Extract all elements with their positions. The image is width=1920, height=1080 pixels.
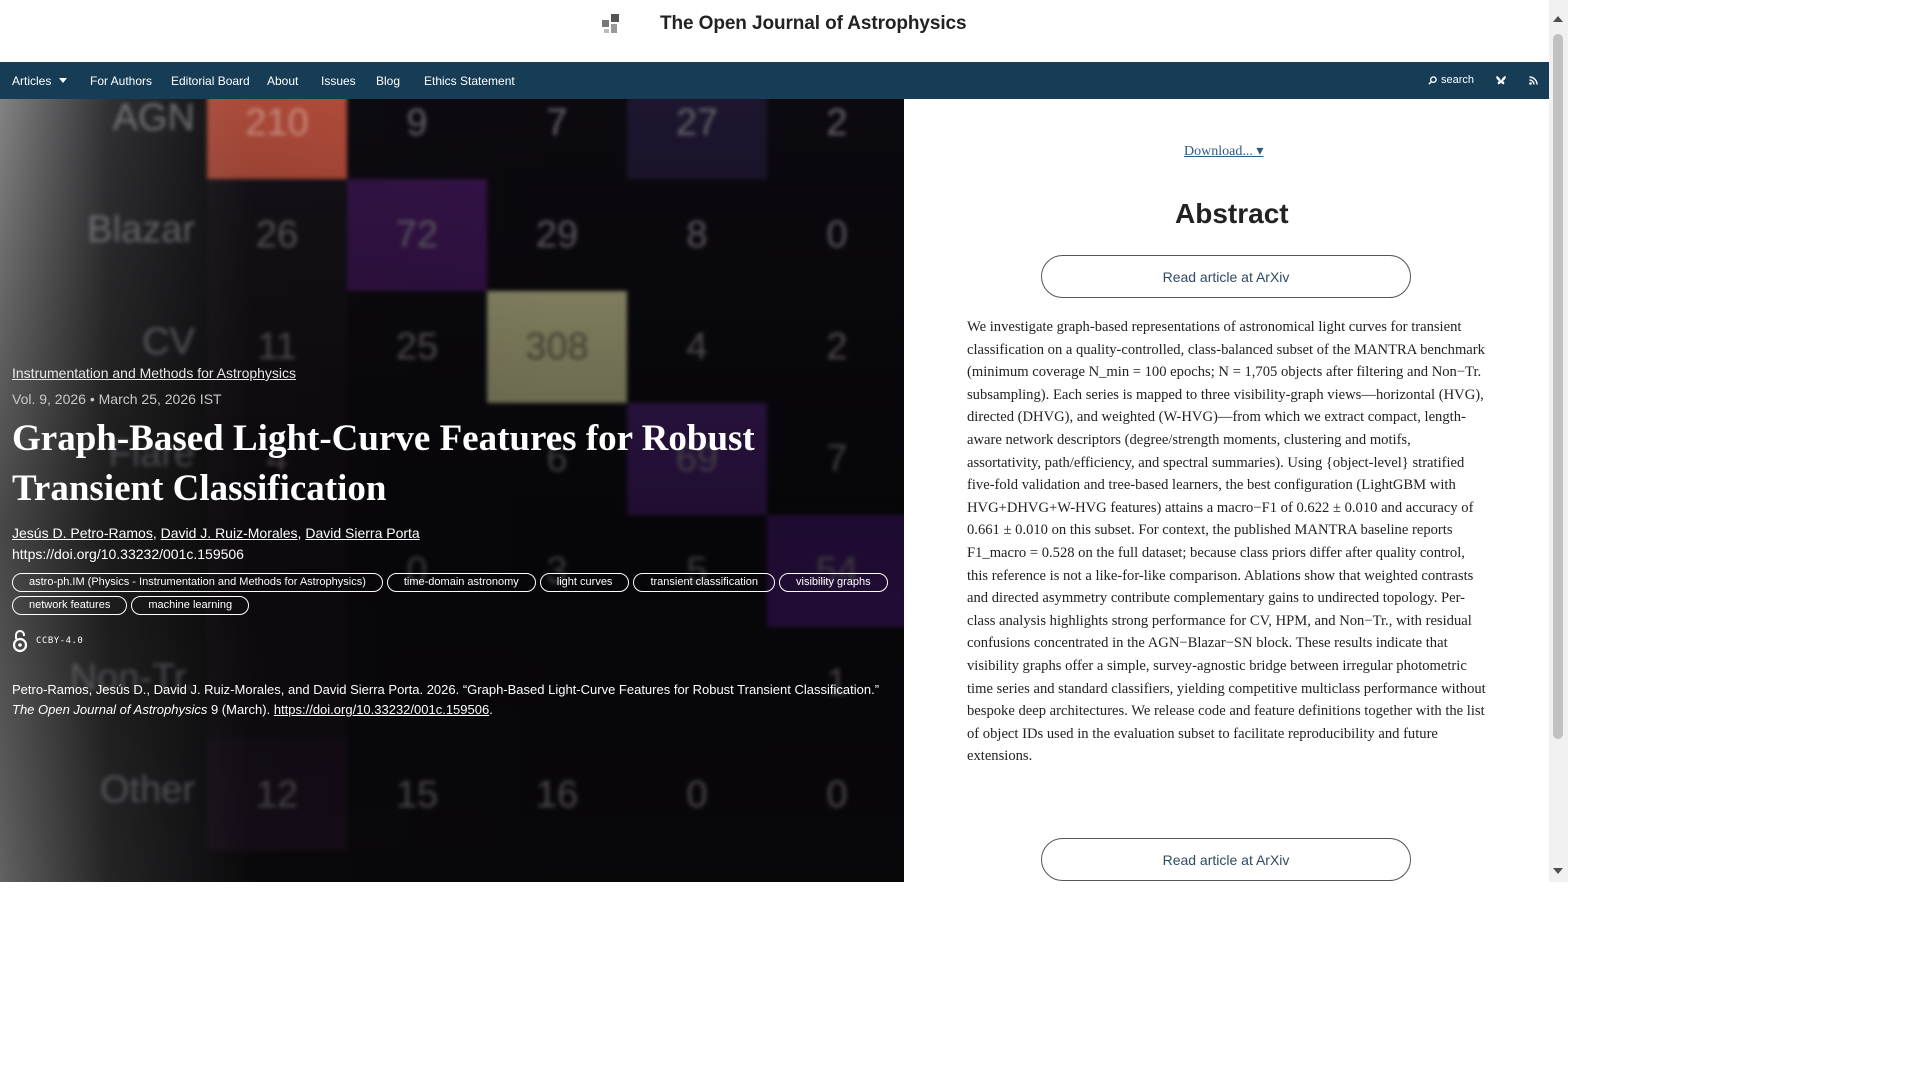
chevron-down-icon <box>59 78 68 83</box>
article-title: Graph-Based Light-Curve Features for Rob… <box>12 418 755 509</box>
bluesky-icon[interactable] <box>1496 76 1506 85</box>
keyword-tag[interactable]: light curves <box>539 573 630 592</box>
scroll-down-icon[interactable] <box>1553 868 1563 874</box>
keyword-tags: astro-ph.IM (Physics - Instrumentation a… <box>12 573 892 615</box>
nav-issues[interactable]: Issues <box>321 74 356 88</box>
download-dropdown[interactable]: Download... ▾ <box>1184 143 1263 160</box>
rss-icon[interactable] <box>1529 76 1538 85</box>
author-link[interactable]: David J. Ruiz-Morales <box>161 525 298 541</box>
author-link[interactable]: David Sierra Porta <box>305 525 419 541</box>
keyword-tag[interactable]: time-domain astronomy <box>386 573 536 592</box>
read-arxiv-button[interactable]: Read article at ArXiv <box>1041 255 1411 298</box>
keyword-tag[interactable]: machine learning <box>131 596 250 615</box>
read-arxiv-button-bottom[interactable]: Read article at ArXiv <box>1041 838 1411 881</box>
author-link[interactable]: Jesús D. Petro-Ramos <box>12 525 153 541</box>
nav-articles[interactable]: Articles <box>12 74 68 88</box>
citation-volume: 9 (March). <box>207 702 274 717</box>
abstract-heading: Abstract <box>1175 198 1289 229</box>
citation-end: . <box>489 702 493 717</box>
scroll-up-icon[interactable] <box>1553 16 1563 22</box>
nav-blog[interactable]: Blog <box>376 74 400 88</box>
site-header: The Open Journal of Astrophysics <box>0 0 1549 62</box>
citation: Petro-Ramos, Jesús D., David J. Ruiz-Mor… <box>12 680 897 720</box>
main-nav: Articles For Authors Editorial Board Abo… <box>0 62 1549 99</box>
license-badge[interactable]: CCBY-4.0 <box>12 628 83 654</box>
search-label: search <box>1441 74 1475 86</box>
keyword-tag[interactable]: network features <box>12 596 128 615</box>
nav-about[interactable]: About <box>267 74 298 88</box>
citation-text: Petro-Ramos, Jesús D., David J. Ruiz-Mor… <box>12 682 880 697</box>
nav-ethics-statement[interactable]: Ethics Statement <box>424 74 515 88</box>
citation-journal: The Open Journal of Astrophysics <box>12 702 208 717</box>
site-title[interactable]: The Open Journal of Astrophysics <box>660 13 967 35</box>
open-access-icon <box>12 630 28 653</box>
nav-for-authors[interactable]: For Authors <box>90 74 152 88</box>
search-icon <box>1428 75 1437 85</box>
author-list: Jesús D. Petro-Ramos, David J. Ruiz-Mora… <box>12 525 420 541</box>
nav-articles-label: Articles <box>12 74 52 88</box>
nav-editorial-board[interactable]: Editorial Board <box>171 74 250 88</box>
ojap-logo-icon[interactable] <box>602 14 620 34</box>
abstract-paragraph: We investigate graph-based representatio… <box>967 319 1486 765</box>
keyword-tag[interactable]: visibility graphs <box>779 573 888 592</box>
citation-doi-link[interactable]: https://doi.org/10.33232/001c.159506 <box>274 702 489 717</box>
keyword-tag[interactable]: astro-ph.IM (Physics - Instrumentation a… <box>12 573 383 592</box>
keyword-tag[interactable]: transient classification <box>633 573 776 592</box>
nav-search[interactable]: search <box>1428 74 1474 86</box>
license-label: CCBY-4.0 <box>36 636 84 646</box>
doi-text[interactable]: https://doi.org/10.33232/001c.159506 <box>12 546 244 562</box>
scrollbar-thumb[interactable] <box>1553 34 1563 739</box>
volume-date: Vol. 9, 2026 • March 25, 2026 IST <box>12 391 222 407</box>
category-link[interactable]: Instrumentation and Methods for Astrophy… <box>12 365 296 381</box>
abstract-text: We investigate graph-based representatio… <box>967 316 1487 768</box>
